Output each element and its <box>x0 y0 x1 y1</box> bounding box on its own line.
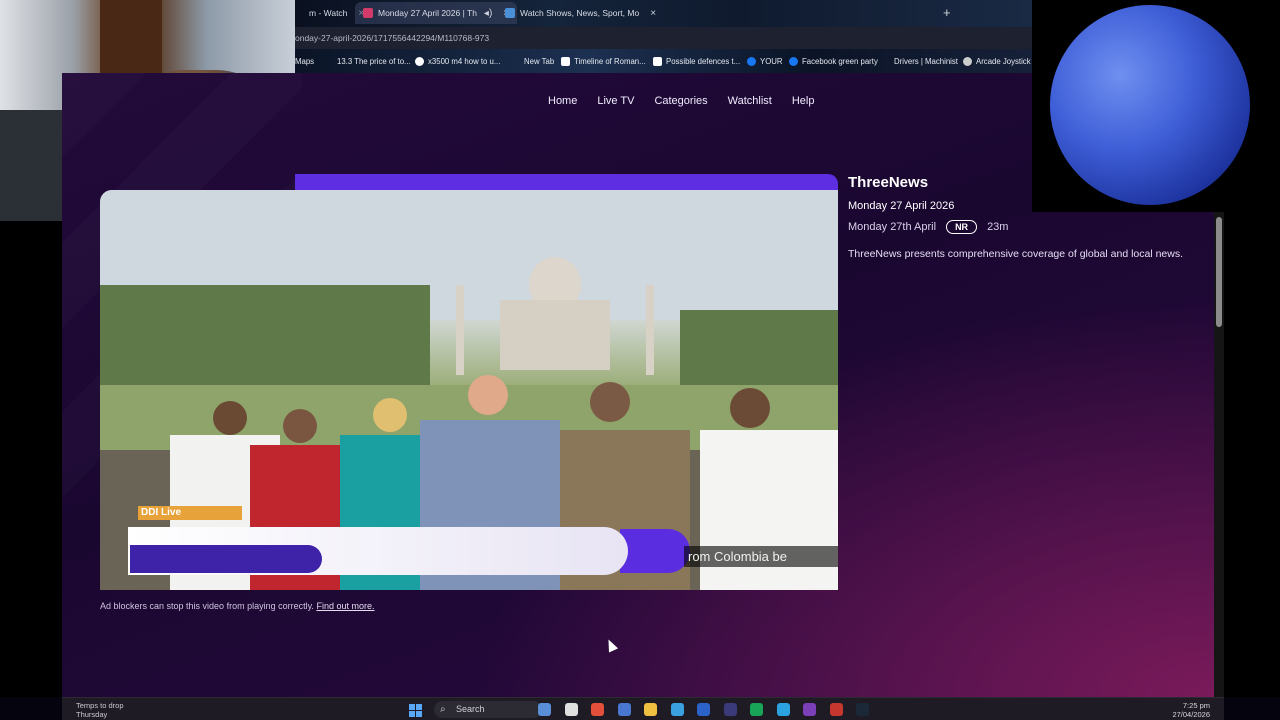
bookmark-icon <box>963 56 972 66</box>
nav-help[interactable]: Help <box>792 95 815 107</box>
nav-categories[interactable]: Categories <box>654 95 707 107</box>
bookmarks-bar: Maps 13.3 The price of to... x3500 m4 ho… <box>295 49 1038 73</box>
neptune-planet-image <box>1050 5 1250 205</box>
duration: 23m <box>987 221 1009 233</box>
bookmark-icon <box>653 56 662 66</box>
bookmark-item[interactable]: x3500 m4 how to u... <box>415 49 500 73</box>
episode-meta: Monday 27th April NR 23m <box>848 220 1208 234</box>
search-icon: ⌕ <box>440 704 446 715</box>
browser-tab-bar: m - Watch × Monday 27 April 2026 | Th ◂)… <box>295 0 1032 27</box>
left-letterbox <box>0 221 62 697</box>
taskbar-app-icon[interactable] <box>723 703 737 716</box>
bookmark-item[interactable]: Facebook green party <box>789 49 878 73</box>
lower-third-label <box>130 545 322 573</box>
episode-description: ThreeNews presents comprehensive coverag… <box>848 248 1184 260</box>
taskbar-app-icon[interactable] <box>591 703 604 716</box>
scrollbar-thumb[interactable] <box>1216 217 1222 327</box>
bookmark-item[interactable]: Arcade Joystick w <box>963 49 1038 73</box>
system-clock[interactable]: 7:25 pm 27/04/2026 <box>1172 701 1210 719</box>
url-text: onday-27-april-2026/1717556442294/M11076… <box>295 33 490 43</box>
taskbar-app-icon[interactable] <box>538 703 551 716</box>
tab-label: Watch Shows, News, Sport, Mo <box>520 8 640 18</box>
facebook-icon <box>747 56 756 66</box>
bookmark-item[interactable]: 13.3 The price of to... <box>337 49 411 73</box>
close-icon[interactable]: × <box>650 8 656 19</box>
taskbar-search[interactable]: ⌕ Search <box>434 701 542 718</box>
rating-badge: NR <box>946 220 978 234</box>
taskbar-app-icon[interactable] <box>750 703 763 716</box>
air-date: Monday 27th April <box>848 221 937 233</box>
video-player[interactable]: DDI Live rom Colombia be <box>100 190 838 590</box>
tab-favicon-icon <box>505 8 515 18</box>
tab-favicon-icon <box>363 8 373 18</box>
taskbar-app-icon[interactable] <box>564 703 578 716</box>
main-nav: Home Live TV Categories Watchlist Help <box>548 95 834 107</box>
nav-watchlist[interactable]: Watchlist <box>728 95 772 107</box>
taskbar-app-icon[interactable] <box>829 703 843 716</box>
bookmark-item[interactable]: Drivers | Machinist <box>894 49 958 73</box>
tab-label: Monday 27 April 2026 | Th <box>378 8 477 18</box>
tab-monday-27-april[interactable]: Monday 27 April 2026 | Th ◂) × <box>355 2 518 24</box>
bookmark-icon <box>561 56 570 66</box>
taskbar-app-icon[interactable] <box>803 703 816 716</box>
news-ticker: rom Colombia be <box>684 546 838 567</box>
taskbar-app-icon[interactable] <box>617 703 631 716</box>
find-out-more-link[interactable]: Find out more. <box>316 601 374 611</box>
nav-live-tv[interactable]: Live TV <box>597 95 634 107</box>
facebook-icon <box>789 56 798 66</box>
start-button-icon[interactable] <box>409 704 422 717</box>
bookmark-item[interactable]: YOUR <box>747 49 783 73</box>
audio-icon[interactable]: ◂) <box>484 8 492 19</box>
tab-watch-shows[interactable]: Watch Shows, News, Sport, Mo × <box>505 2 656 24</box>
taskbar-app-icon[interactable] <box>644 703 657 716</box>
bookmark-item[interactable]: Timeline of Roman... <box>561 49 646 73</box>
address-bar[interactable]: onday-27-april-2026/1717556442294/M11076… <box>295 27 1032 49</box>
taskbar-app-icon[interactable] <box>697 703 710 716</box>
lower-third-bar <box>128 527 628 575</box>
bookmark-item[interactable]: Maps <box>295 49 314 73</box>
ad-blocker-note: Ad blockers can stop this video from pla… <box>100 601 375 611</box>
planet-overlay <box>1032 0 1280 212</box>
new-tab-button[interactable]: + <box>943 5 951 20</box>
taskbar-app-icon[interactable] <box>776 703 790 716</box>
taskbar-app-icon[interactable] <box>670 703 684 716</box>
weather-widget[interactable]: Temps to drop Thursday <box>76 701 124 719</box>
screen: m - Watch × Monday 27 April 2026 | Th ◂)… <box>0 0 1280 720</box>
channel-bug: DDI Live <box>138 506 242 520</box>
right-letterbox <box>1224 212 1280 697</box>
page-scrollbar[interactable] <box>1214 211 1224 697</box>
taskbar-app-icon[interactable] <box>856 703 869 716</box>
bookmark-item[interactable]: New Tab <box>524 49 554 73</box>
nav-home[interactable]: Home <box>548 95 577 107</box>
bookmark-item[interactable]: Possible defences t... <box>653 49 740 73</box>
bookmark-icon <box>415 56 424 66</box>
windows-taskbar: Temps to drop Thursday ⌕ Search 7:25 pm … <box>62 697 1224 720</box>
tab-label: m - Watch <box>309 8 348 18</box>
lower-third-accent <box>620 529 690 573</box>
